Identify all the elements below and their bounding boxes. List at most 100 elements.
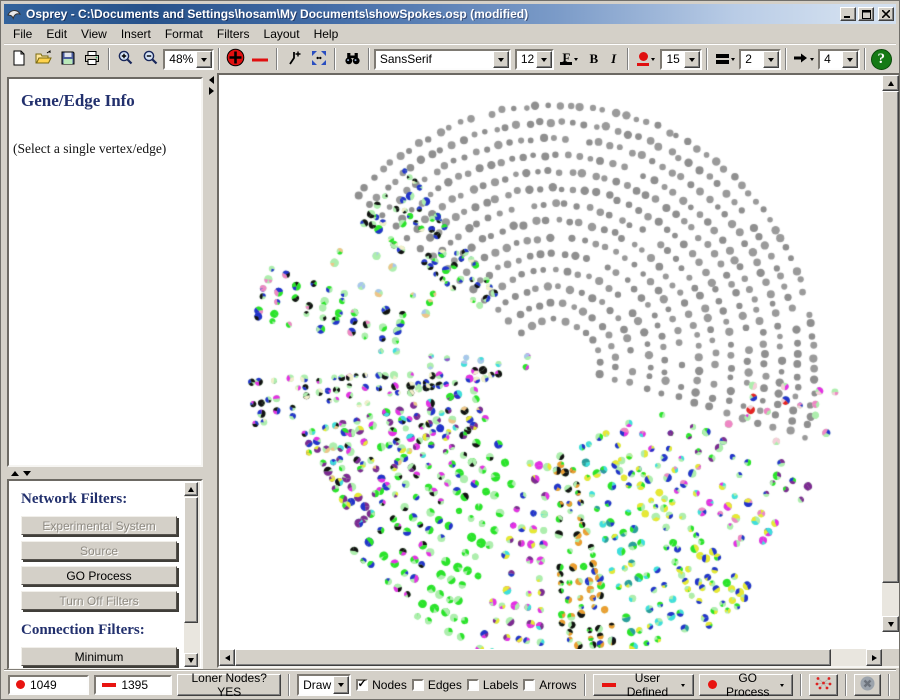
edge-count-icon: [102, 683, 116, 687]
show-spokes-button[interactable]: [809, 674, 838, 696]
source-filter-button[interactable]: Source: [21, 541, 177, 560]
node-size-value: 15: [662, 52, 683, 66]
menu-item-filters[interactable]: Filters: [210, 25, 257, 43]
horizontal-splitter[interactable]: [7, 467, 203, 479]
edges-checkbox[interactable]: ✓: [412, 679, 424, 691]
toolbar-separator: [706, 48, 708, 70]
scrollbar-thumb[interactable]: [882, 91, 899, 583]
font-size-dropdown-button[interactable]: [536, 51, 552, 68]
zoom-level-combo[interactable]: 48%: [163, 49, 214, 70]
menu-item-view[interactable]: View: [74, 25, 114, 43]
font-color-icon: F: [560, 53, 572, 65]
draw-mode-combo[interactable]: Draw: [297, 674, 351, 696]
draw-mode-dropdown-button[interactable]: [333, 676, 349, 694]
scroll-up-button[interactable]: [882, 75, 899, 91]
node-color-button[interactable]: [633, 47, 659, 72]
vertical-scrollbar[interactable]: [882, 75, 899, 632]
turn-off-filters-button[interactable]: Turn Off Filters: [21, 591, 177, 610]
chevron-down-icon: [541, 58, 547, 65]
bold-button[interactable]: B: [584, 47, 603, 72]
edge-width-value: 2: [741, 52, 762, 66]
scroll-up-button[interactable]: [184, 482, 198, 496]
maximize-button[interactable]: [858, 7, 874, 21]
save-button[interactable]: [56, 47, 80, 72]
add-interaction-button[interactable]: [249, 47, 273, 72]
find-icon: [344, 50, 361, 69]
toolbar-separator: [108, 48, 110, 70]
new-button[interactable]: [7, 47, 31, 72]
menu-item-layout[interactable]: Layout: [257, 25, 307, 43]
arrows-checkbox[interactable]: ✓: [523, 679, 535, 691]
menu-item-file[interactable]: File: [6, 25, 39, 43]
add-gene-button[interactable]: [224, 47, 248, 72]
font-color-button[interactable]: F: [555, 47, 583, 72]
arrow-size-combo[interactable]: 4: [818, 49, 859, 70]
chevron-down-icon: [338, 683, 344, 690]
splitter-collapse-left-icon[interactable]: [205, 76, 214, 84]
menu-item-help[interactable]: Help: [307, 25, 346, 43]
toolbar-separator: [864, 48, 866, 70]
zoom-in-button[interactable]: [114, 47, 138, 72]
help-icon: ?: [871, 49, 892, 70]
menu-item-insert[interactable]: Insert: [114, 25, 158, 43]
loner-nodes-button[interactable]: Loner Nodes? YES: [177, 674, 281, 696]
zoom-level-dropdown-button[interactable]: [196, 51, 212, 68]
vertical-splitter[interactable]: [205, 73, 217, 670]
help-button[interactable]: ?: [870, 47, 894, 72]
font-family-combo[interactable]: SansSerif: [374, 49, 511, 70]
network-canvas[interactable]: [219, 75, 882, 649]
chevron-down-icon: [768, 58, 774, 65]
go-process-filter-button[interactable]: GO Process: [21, 566, 177, 585]
minimum-filter-button[interactable]: Minimum: [21, 647, 177, 666]
node-size-dropdown-button[interactable]: [684, 51, 700, 68]
scroll-down-button[interactable]: [184, 653, 198, 667]
menu-item-edit[interactable]: Edit: [39, 25, 74, 43]
labels-checkbox[interactable]: ✓: [467, 679, 479, 691]
scrollbar-thumb[interactable]: [235, 649, 831, 666]
toolbar-separator: [785, 48, 787, 70]
find-button[interactable]: [340, 47, 364, 72]
arrow-right-icon: [872, 655, 880, 661]
edge-color-mode-button[interactable]: User Defined: [593, 674, 695, 696]
splitter-collapse-up-icon[interactable]: [11, 467, 19, 476]
clear-highlight-button[interactable]: [854, 674, 881, 696]
edge-anchor-button[interactable]: [282, 47, 306, 72]
menu-item-format[interactable]: Format: [158, 25, 210, 43]
italic-icon: I: [611, 51, 616, 67]
scrollbar-thumb[interactable]: [184, 497, 198, 623]
scroll-left-button[interactable]: [219, 649, 235, 666]
toolbar-separator: [276, 48, 278, 70]
node-color-mode-button[interactable]: GO Process: [699, 674, 793, 696]
filters-panel-scrollbar[interactable]: [184, 482, 200, 667]
edge-width-combo[interactable]: 2: [739, 49, 780, 70]
italic-button[interactable]: I: [604, 47, 623, 72]
edge-color-button[interactable]: [712, 47, 738, 72]
save-icon: [60, 50, 76, 69]
horizontal-scrollbar[interactable]: [219, 649, 882, 666]
close-button[interactable]: [878, 7, 894, 21]
edge-width-dropdown-button[interactable]: [763, 51, 779, 68]
node-size-combo[interactable]: 15: [660, 49, 701, 70]
fit-view-button[interactable]: [307, 47, 331, 72]
experimental-system-filter-button[interactable]: Experimental System: [21, 516, 177, 535]
zoom-level-value: 48%: [165, 52, 196, 66]
titlebar[interactable]: Osprey - C:\Documents and Settings\hosam…: [4, 4, 896, 24]
print-button[interactable]: [81, 47, 105, 72]
scroll-down-button[interactable]: [882, 616, 899, 632]
open-button[interactable]: [32, 47, 56, 72]
arrow-style-icon: [793, 52, 808, 67]
arrow-style-button[interactable]: [791, 47, 817, 72]
zoom-out-button[interactable]: [139, 47, 163, 72]
edge-anchor-icon: [286, 50, 302, 69]
minimize-button[interactable]: [840, 7, 856, 21]
font-family-dropdown-button[interactable]: [493, 51, 509, 68]
chevron-down-icon: [201, 58, 207, 65]
nodes-checkbox-group: ✓ Nodes: [356, 678, 407, 692]
status-separator: [800, 674, 802, 696]
arrow-size-dropdown-button[interactable]: [842, 51, 858, 68]
filters-panel: Network Filters: Experimental System Sou…: [7, 479, 203, 670]
nodes-checkbox[interactable]: ✓: [356, 679, 368, 691]
arrow-up-icon: [188, 484, 194, 492]
scroll-right-button[interactable]: [866, 649, 882, 666]
font-size-combo[interactable]: 12: [515, 49, 554, 70]
